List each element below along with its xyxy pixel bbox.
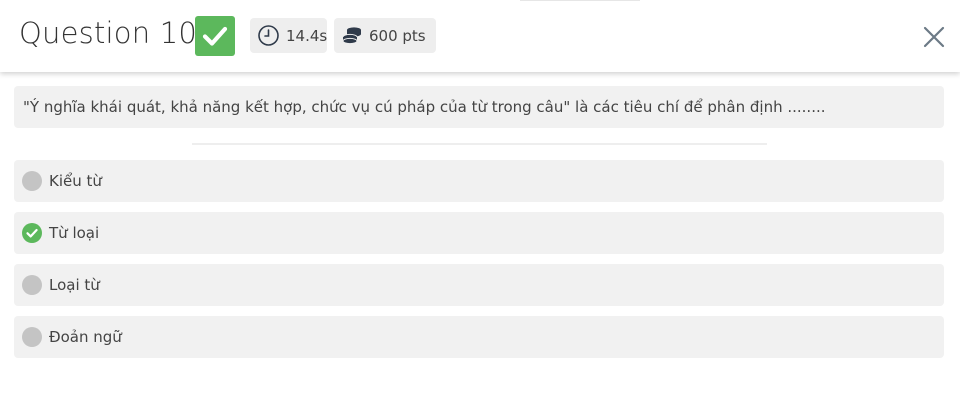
answer-label: Kiểu từ <box>49 172 102 190</box>
close-button[interactable] <box>921 24 947 50</box>
answer-label: Đoản ngữ <box>49 328 122 346</box>
answer-option[interactable]: Kiểu từ <box>14 160 944 202</box>
points-chip: 600 pts <box>334 18 436 53</box>
close-icon[interactable] <box>921 24 947 50</box>
unselected-radio-icon[interactable] <box>22 327 42 347</box>
question-result-dialog: Question 10 14.4s 600 pts "Ý nghĩa khái … <box>0 0 960 406</box>
time-chip: 14.4s <box>250 18 327 53</box>
answer-label: Loại từ <box>49 276 100 294</box>
answer-option-correct[interactable]: Từ loại <box>14 212 944 254</box>
question-text-box: "Ý nghĩa khái quát, khả năng kết hợp, ch… <box>14 86 944 128</box>
correct-check-icon[interactable] <box>22 223 42 243</box>
dialog-header: Question 10 14.4s 600 pts <box>0 0 960 72</box>
window-edge-line <box>520 0 640 1</box>
unselected-radio-icon[interactable] <box>22 275 42 295</box>
divider <box>192 143 767 145</box>
clock-icon <box>257 24 280 47</box>
answer-option[interactable]: Loại từ <box>14 264 944 306</box>
answer-label: Từ loại <box>49 224 100 242</box>
time-value: 14.4s <box>286 26 328 45</box>
question-title: Question 10 <box>19 16 198 50</box>
unselected-radio-icon[interactable] <box>22 171 42 191</box>
question-text: "Ý nghĩa khái quát, khả năng kết hợp, ch… <box>23 98 826 116</box>
check-icon <box>195 16 235 56</box>
coins-icon <box>341 26 363 46</box>
answer-option[interactable]: Đoản ngữ <box>14 316 944 358</box>
points-value: 600 pts <box>369 26 426 45</box>
